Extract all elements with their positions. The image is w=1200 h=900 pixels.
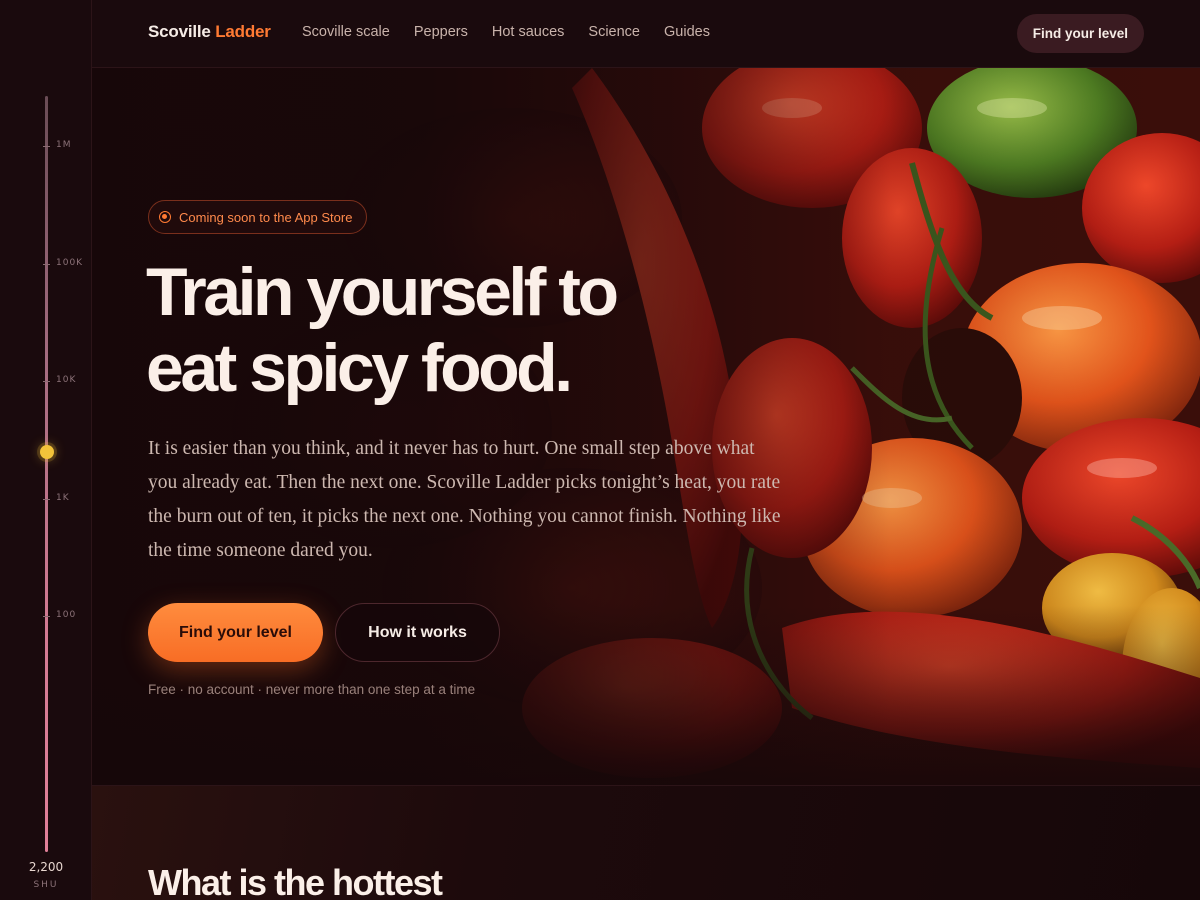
hottest-section-title: What is the hottest <box>148 862 443 900</box>
rail-tick-label-10k: 10K <box>56 375 77 385</box>
rail-tick <box>43 381 50 382</box>
find-level-button[interactable]: Find your level <box>148 603 323 662</box>
how-it-works-button[interactable]: How it works <box>335 603 500 662</box>
scoville-rail: 1M 100K 10K 1K 100 2,200 SHU <box>0 0 92 900</box>
nav-link-hot-sauces[interactable]: Hot sauces <box>492 24 565 40</box>
status-dot-icon <box>159 211 171 223</box>
app-store-badge: Coming soon to the App Store <box>148 200 368 234</box>
hero-section: Coming soon to the App Store Train yours… <box>92 68 1200 785</box>
nav-find-level-button[interactable]: Find your level <box>1016 14 1144 53</box>
nav-link-guides[interactable]: Guides <box>664 24 710 40</box>
rail-tick-label-1m: 1M <box>56 140 72 150</box>
brand-logo[interactable]: Scoville Ladder <box>148 22 271 42</box>
rail-tick <box>43 146 50 147</box>
rail-tick <box>43 616 50 617</box>
rail-tick-label-100k: 100K <box>56 258 84 268</box>
hottest-section: What is the hottest <box>92 785 1200 900</box>
scoville-slider-thumb[interactable] <box>40 445 54 459</box>
top-nav: Scoville Ladder Scoville scale Peppers H… <box>92 0 1200 68</box>
scoville-readout: 2,200 <box>28 860 64 874</box>
hero-fineprint: Free · no account · never more than one … <box>148 682 476 697</box>
hero-headline-line2: eat spicy food. <box>146 330 573 406</box>
nav-link-peppers[interactable]: Peppers <box>414 24 468 40</box>
rail-tick-label-1k: 1K <box>56 493 70 503</box>
hero-headline-line1: Train yourself to <box>146 254 619 330</box>
scoville-unit: SHU <box>33 880 59 890</box>
nav-link-science[interactable]: Science <box>588 24 640 40</box>
app-store-badge-text: Coming soon to the App Store <box>179 209 353 225</box>
hero-description: It is easier than you think, and it neve… <box>148 438 781 561</box>
nav-link-scoville-scale[interactable]: Scoville scale <box>302 24 390 40</box>
brand-name-part1: Scoville <box>148 22 211 41</box>
rail-tick-label-100: 100 <box>56 610 77 620</box>
rail-tick <box>43 499 50 500</box>
brand-name-part2: Ladder <box>215 22 271 41</box>
hero-gradient-overlay <box>92 68 1200 785</box>
scoville-track[interactable] <box>45 96 48 852</box>
rail-tick <box>43 264 50 265</box>
hero-headline: Train yourself to eat spicy food. <box>146 254 766 406</box>
nav-links: Scoville scale Peppers Hot sauces Scienc… <box>302 24 710 40</box>
